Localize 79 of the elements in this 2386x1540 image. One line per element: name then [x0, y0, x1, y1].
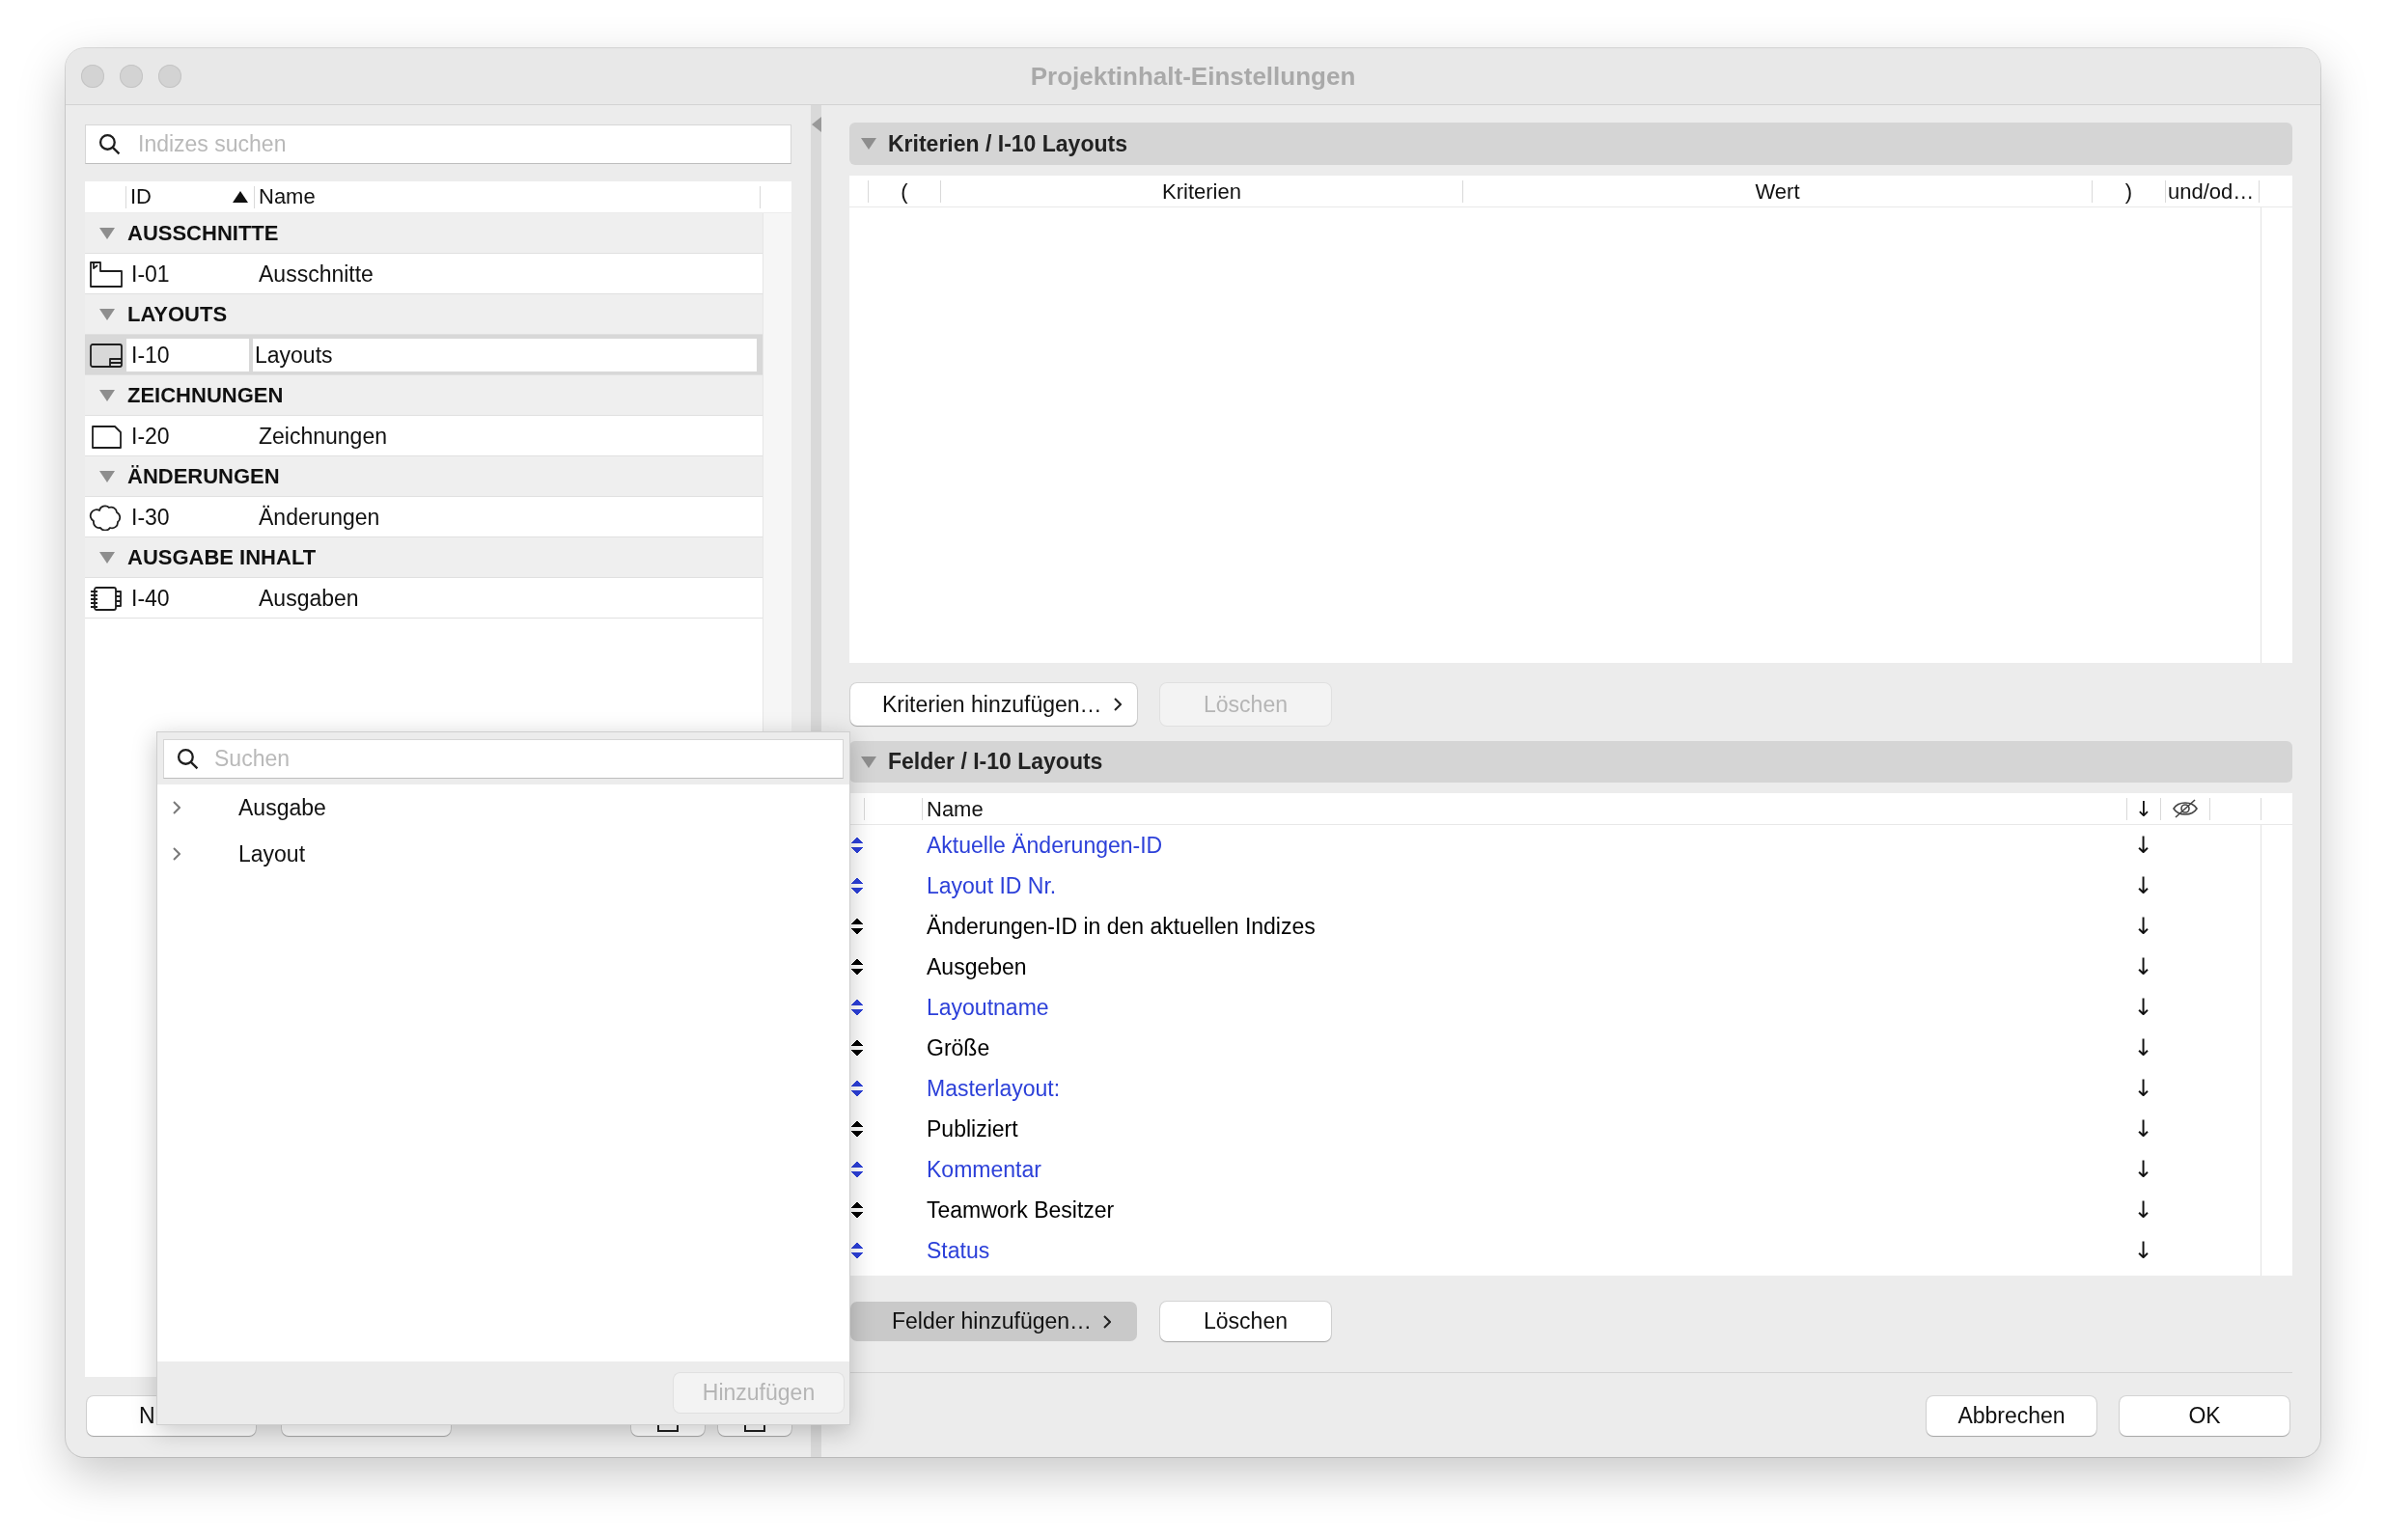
column-header[interactable]: ID: [125, 185, 254, 208]
sort-arrow[interactable]: ↓: [2126, 1237, 2160, 1264]
sort-arrow[interactable]: ↓: [2126, 953, 2160, 980]
field-name: Layoutname: [926, 994, 1050, 1021]
search-field[interactable]: Suchen: [163, 739, 844, 779]
section-header[interactable]: Kriterien / I-10 Layouts: [849, 123, 2292, 165]
disclosure-triangle-icon: [861, 756, 876, 768]
field-name: Größe: [926, 1034, 991, 1061]
tree-item[interactable]: Ausgabe: [157, 784, 849, 831]
collapse-triangle-icon: [811, 117, 821, 132]
chevron-right-icon: [1103, 1314, 1112, 1329]
cloud-icon: [89, 503, 124, 531]
sort-arrow[interactable]: ↓: [2126, 994, 2160, 1021]
group-header[interactable]: LAYOUTS: [85, 294, 763, 335]
layout-sheet-icon: [89, 341, 124, 369]
delete-button[interactable]: Löschen: [1160, 1302, 1331, 1341]
search-icon: [98, 133, 121, 155]
column-header[interactable]: ): [2092, 179, 2165, 203]
sort-arrow[interactable]: ↓: [2126, 872, 2160, 899]
disclosure-triangle-icon: [99, 227, 115, 239]
column-header[interactable]: Name: [254, 185, 761, 208]
index-row[interactable]: I-10 Layouts: [85, 335, 763, 375]
sort-arrow[interactable]: ↓: [2126, 1156, 2160, 1183]
sort-arrow[interactable]: ↓: [2126, 1115, 2160, 1142]
sort-ascending-icon: [233, 191, 248, 203]
id-cell-text: I-20: [130, 422, 171, 451]
field-name: Masterlayout:: [926, 1075, 1062, 1102]
name-cell-text: Änderungen: [258, 503, 381, 532]
disclosure-triangle-icon: [99, 551, 115, 564]
add-criteria-button[interactable]: Kriterien hinzufügen…: [850, 683, 1137, 726]
disclosure-triangle-icon: [861, 138, 876, 150]
name-cell: Layouts: [253, 338, 757, 371]
disclosure-triangle-icon: [99, 389, 115, 401]
chevron-right-icon: [1113, 698, 1122, 711]
id-cell-text: I-40: [130, 584, 171, 613]
search-field[interactable]: Indizes suchen: [85, 124, 791, 164]
eye-slash-icon: [2172, 799, 2199, 818]
search-icon: [177, 748, 199, 770]
sort-arrow[interactable]: ↓: [2126, 913, 2160, 940]
group-header[interactable]: ZEICHNUNGEN: [85, 375, 763, 416]
group-header[interactable]: ÄNDERUNGEN: [85, 456, 763, 497]
dialog-button[interactable]: OK: [2120, 1396, 2289, 1436]
field-name: Teamwork Besitzer: [926, 1196, 1116, 1224]
field-name: Aktuelle Änderungen-ID: [926, 832, 1164, 859]
group-header[interactable]: AUSGABE INHALT: [85, 537, 763, 578]
field-name: Publiziert: [926, 1115, 1019, 1142]
column-header[interactable]: Name: [922, 797, 2126, 820]
sort-arrow[interactable]: ↓: [2126, 1196, 2160, 1224]
column-header[interactable]: Wert: [1462, 179, 2092, 203]
field-name: Ausgeben: [926, 953, 1028, 980]
column-header[interactable]: Kriterien: [940, 179, 1462, 203]
column-header[interactable]: (: [868, 179, 940, 203]
sort-arrow[interactable]: ↓: [2126, 1034, 2160, 1061]
column-header[interactable]: und/od…: [2165, 179, 2260, 203]
field-name: Status: [926, 1237, 991, 1264]
chevron-right-icon: [173, 847, 180, 861]
disclosure-triangle-icon: [99, 308, 115, 320]
id-cell-text: I-01: [130, 260, 171, 289]
field-name: Kommentar: [926, 1156, 1042, 1183]
disclosure-triangle-icon: [99, 470, 115, 482]
chevron-right-icon: [173, 801, 180, 814]
name-cell-text: Ausschnitte: [258, 260, 375, 289]
window-title: Projektinhalt-Einstellungen: [1030, 61, 1356, 92]
notebook-icon: [89, 584, 124, 612]
sort-arrow[interactable]: ↓: [2126, 832, 2160, 859]
field-name: Layout ID Nr.: [926, 872, 1058, 899]
id-cell-text: I-30: [130, 503, 171, 532]
field-name: Änderungen-ID in den aktuellen Indizes: [926, 913, 1317, 940]
id-cell: I-10: [126, 338, 249, 371]
sort-arrow[interactable]: ↓: [2126, 1075, 2160, 1102]
column-header[interactable]: ↓: [2126, 797, 2160, 820]
dialog-button[interactable]: Abbrechen: [1927, 1396, 2096, 1436]
clipped-sheet-icon: [89, 260, 124, 288]
tree-item[interactable]: Layout: [157, 831, 849, 877]
group-header[interactable]: AUSSCHNITTE: [85, 213, 763, 254]
section-header[interactable]: Felder / I-10 Layouts: [849, 741, 2292, 783]
name-cell-text: Zeichnungen: [258, 422, 388, 451]
name-cell-text: Ausgaben: [258, 584, 360, 613]
add-fields-button[interactable]: Felder hinzufügen…: [850, 1302, 1137, 1341]
